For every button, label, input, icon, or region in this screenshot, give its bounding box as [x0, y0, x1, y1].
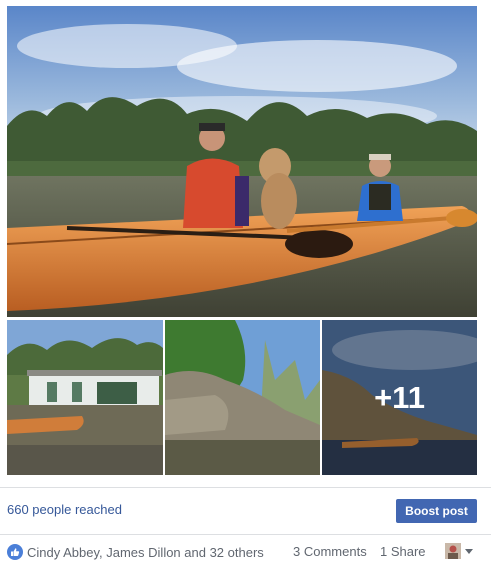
houseboat-photo-image [7, 320, 163, 475]
people-reached-link[interactable]: 660 people reached [7, 502, 122, 517]
main-photo-kayak[interactable] [7, 6, 477, 317]
thumb-photo-houseboat[interactable] [7, 320, 163, 475]
comments-count[interactable]: 3 Comments [293, 544, 367, 559]
divider-reactions [0, 534, 491, 535]
more-photos-count[interactable]: +11 [322, 320, 477, 475]
avatar[interactable] [445, 543, 461, 559]
reaction-names[interactable]: Cindy Abbey, James Dillon and 32 others [27, 545, 264, 560]
reactions-summary[interactable]: Cindy Abbey, James Dillon and 32 others [7, 543, 264, 561]
boost-post-button[interactable]: Boost post [396, 499, 477, 523]
divider-reach [0, 487, 491, 488]
thumb-photo-more[interactable]: +11 [322, 320, 477, 475]
shares-count[interactable]: 1 Share [380, 544, 426, 559]
thumb-photo-cliffs[interactable] [165, 320, 320, 475]
chevron-down-icon[interactable] [465, 549, 473, 554]
kayak-photo-image [7, 6, 477, 317]
cliffs-photo-image [165, 320, 320, 475]
facebook-post: +11 660 people reached Boost post Cindy … [0, 0, 491, 567]
like-icon [7, 544, 23, 560]
